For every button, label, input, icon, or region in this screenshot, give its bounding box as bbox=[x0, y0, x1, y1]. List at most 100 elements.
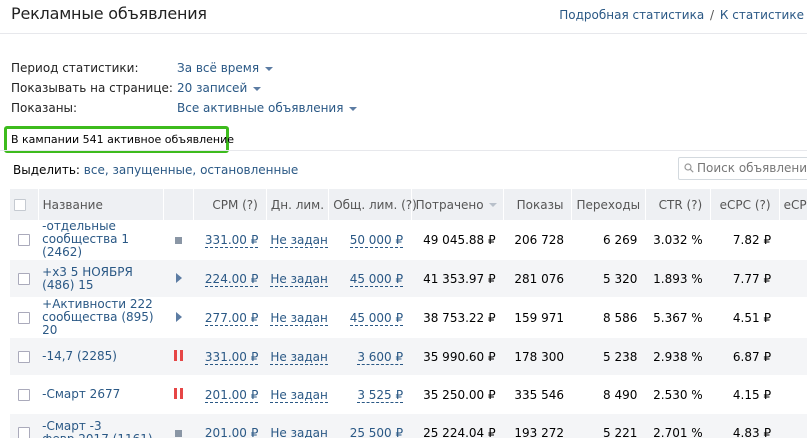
filter-shown-label: Показаны: bbox=[11, 101, 78, 115]
cpm-value[interactable]: 331.00 ₽ bbox=[204, 232, 259, 248]
cpm-cell: 201.00 ₽ bbox=[193, 375, 267, 414]
row-checkbox-cell[interactable] bbox=[10, 220, 39, 260]
ctr-value: 2.701 % bbox=[645, 413, 711, 438]
filter-page-size-value: 20 записей bbox=[177, 81, 248, 95]
clicks-value: 5 320 bbox=[571, 259, 646, 298]
row-checkbox[interactable] bbox=[18, 273, 31, 285]
filters-panel: Период статистики: За всё время Показыва… bbox=[11, 58, 358, 118]
row-checkbox[interactable] bbox=[18, 312, 31, 324]
spent-value: 35 990.60 ₽ bbox=[411, 337, 504, 376]
ctr-value: 2.530 % bbox=[645, 375, 711, 414]
ad-name-link[interactable]: -Смарт -3 февр.2017 (1161) bbox=[38, 413, 164, 438]
total-limit-value[interactable]: 25 500 ₽ bbox=[349, 425, 404, 438]
search-input[interactable]: Поиск объявлений bbox=[678, 157, 807, 180]
col-day-limit[interactable]: Дн. лим. bbox=[266, 189, 330, 220]
cpm-value[interactable]: 224.00 ₽ bbox=[204, 271, 259, 287]
ecpc-value: 6.87 ₽ bbox=[710, 337, 780, 376]
ad-name-link[interactable]: +х3 5 НОЯБРЯ (486) 15 bbox=[38, 259, 164, 298]
select-stopped-link[interactable]: остановленные bbox=[200, 163, 298, 177]
total-limit-value[interactable]: 45 000 ₽ bbox=[349, 310, 404, 326]
row-checkbox[interactable] bbox=[18, 389, 31, 401]
col-cpm[interactable]: CPM (?) bbox=[193, 189, 267, 220]
page-header: Рекламные объявления Подробная статистик… bbox=[0, 0, 807, 34]
filter-page-size-dropdown[interactable]: 20 записей bbox=[177, 81, 262, 95]
ad-name-link[interactable]: -Смарт 2677 bbox=[38, 375, 164, 414]
col-total-limit[interactable]: Общ. лим. (?) bbox=[328, 189, 417, 220]
spent-value: 38 753.22 ₽ bbox=[411, 297, 504, 338]
status-toggle[interactable] bbox=[163, 375, 194, 414]
play-icon[interactable] bbox=[175, 272, 182, 283]
play-icon[interactable] bbox=[175, 311, 182, 322]
ecpf-value bbox=[779, 337, 807, 376]
cpm-cell: 277.00 ₽ bbox=[193, 297, 267, 338]
total-limit-value[interactable]: 50 000 ₽ bbox=[349, 232, 404, 248]
cpm-cell: 224.00 ₽ bbox=[193, 259, 267, 298]
back-to-stats-link[interactable]: К статистике bbox=[720, 8, 804, 22]
table-row: -отдельные сообщества 1 (2462) 331.00 ₽ Не… bbox=[10, 220, 807, 260]
total-limit-value[interactable]: 45 000 ₽ bbox=[349, 271, 404, 287]
col-ctr[interactable]: CTR (?) bbox=[645, 189, 712, 220]
day-limit-value[interactable]: Не задан bbox=[270, 271, 328, 287]
ad-name-link[interactable]: +Активности 222 сообщества (895) 20 bbox=[38, 297, 164, 338]
impressions-value: 178 300 bbox=[503, 337, 572, 376]
cpm-value[interactable]: 201.00 ₽ bbox=[204, 425, 259, 438]
cpm-cell: 201.00 ₽ bbox=[193, 413, 267, 438]
col-spent[interactable]: Потрачено bbox=[411, 189, 505, 220]
chevron-down-icon bbox=[253, 86, 262, 91]
status-toggle[interactable] bbox=[163, 413, 194, 438]
col-impressions[interactable]: Показы bbox=[503, 189, 573, 220]
status-toggle[interactable] bbox=[163, 220, 194, 260]
filter-period-value: За всё время bbox=[177, 61, 260, 75]
pause-icon[interactable] bbox=[174, 387, 184, 399]
filter-shown-dropdown[interactable]: Все активные объявления bbox=[177, 101, 358, 115]
cpm-value[interactable]: 277.00 ₽ bbox=[204, 310, 259, 326]
ecpc-value: 4.83 ₽ bbox=[710, 413, 780, 438]
day-limit-value[interactable]: Не задан bbox=[270, 349, 328, 365]
ecpc-value: 4.51 ₽ bbox=[710, 297, 780, 338]
row-checkbox[interactable] bbox=[18, 234, 31, 246]
total-limit-value[interactable]: 3 600 ₽ bbox=[357, 349, 404, 365]
pause-icon[interactable] bbox=[174, 349, 184, 361]
row-checkbox-cell[interactable] bbox=[10, 297, 39, 338]
select-all-link[interactable]: все, bbox=[84, 163, 109, 177]
ecpc-value: 4.15 ₽ bbox=[710, 375, 780, 414]
row-checkbox[interactable] bbox=[18, 427, 31, 438]
row-checkbox[interactable] bbox=[18, 351, 31, 363]
detailed-stats-link[interactable]: Подробная статистика bbox=[559, 8, 704, 22]
day-limit-value[interactable]: Не задан bbox=[270, 310, 328, 326]
row-checkbox-cell[interactable] bbox=[10, 259, 39, 298]
row-checkbox-cell[interactable] bbox=[10, 413, 39, 438]
ecpc-value: 7.77 ₽ bbox=[710, 259, 780, 298]
ad-name-link[interactable]: -отдельные сообщества 1 (2462) bbox=[38, 220, 164, 260]
stop-icon[interactable] bbox=[175, 236, 183, 244]
day-limit-value[interactable]: Не задан bbox=[270, 425, 328, 438]
day-limit-cell: Не задан bbox=[266, 259, 329, 298]
ad-name-link[interactable]: -14,7 (2285) bbox=[38, 337, 164, 376]
cpm-value[interactable]: 331.00 ₽ bbox=[204, 349, 259, 365]
status-toggle[interactable] bbox=[163, 337, 194, 376]
select-running-link[interactable]: запущенные, bbox=[113, 163, 197, 177]
spent-value: 35 250.00 ₽ bbox=[411, 375, 504, 414]
day-limit-cell: Не задан bbox=[266, 337, 329, 376]
col-name[interactable]: Название bbox=[38, 189, 165, 220]
day-limit-value[interactable]: Не задан bbox=[270, 387, 328, 403]
ecpc-value: 7.82 ₽ bbox=[710, 220, 780, 260]
select-all-checkbox[interactable] bbox=[14, 199, 26, 211]
filter-period-dropdown[interactable]: За всё время bbox=[177, 61, 274, 75]
col-ecpf[interactable]: eCPF bbox=[779, 189, 807, 220]
status-toggle[interactable] bbox=[163, 259, 194, 298]
status-toggle[interactable] bbox=[163, 297, 194, 338]
header-checkbox-cell[interactable] bbox=[10, 189, 39, 220]
filter-page-size: Показывать на странице: 20 записей bbox=[11, 78, 357, 98]
day-limit-value[interactable]: Не задан bbox=[270, 232, 328, 248]
clicks-value: 8 490 bbox=[571, 375, 646, 414]
day-limit-cell: Не задан bbox=[266, 220, 329, 260]
row-checkbox-cell[interactable] bbox=[10, 375, 39, 414]
row-checkbox-cell[interactable] bbox=[10, 337, 39, 376]
col-clicks[interactable]: Переходы bbox=[571, 189, 646, 220]
total-limit-value[interactable]: 3 525 ₽ bbox=[357, 387, 404, 403]
cpm-value[interactable]: 201.00 ₽ bbox=[204, 387, 259, 403]
stop-icon[interactable] bbox=[175, 429, 183, 437]
col-ecpc[interactable]: eCPC (?) bbox=[710, 189, 780, 220]
campaign-count-text: В кампании 541 активное объявление bbox=[4, 126, 234, 153]
